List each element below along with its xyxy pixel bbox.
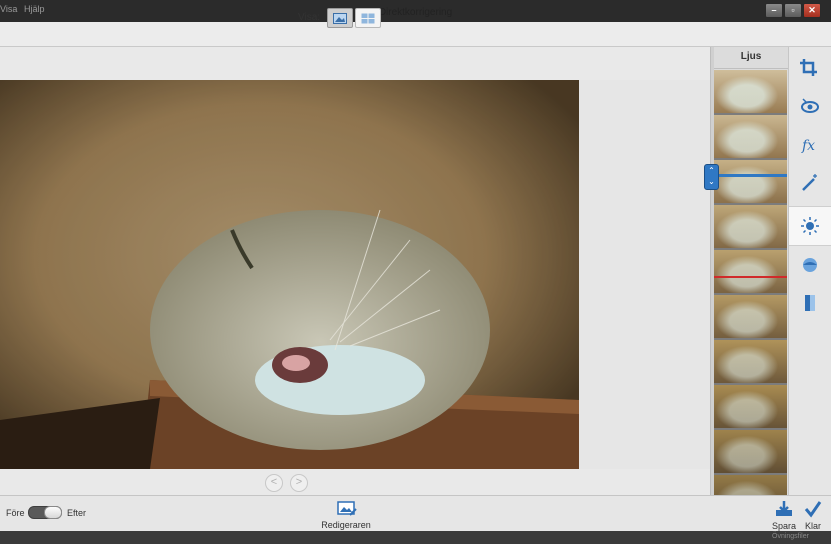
light-variant-thumbnail[interactable] xyxy=(714,475,787,495)
save-label[interactable]: Spara xyxy=(768,521,800,531)
light-variant-thumbnail[interactable] xyxy=(714,430,787,475)
light-variant-thumbnail[interactable] xyxy=(714,160,787,205)
status-text: Övningsfiler xyxy=(772,533,809,540)
fx-icon: fx xyxy=(801,138,815,154)
toggle-knob[interactable] xyxy=(44,506,62,519)
light-variant-thumbnail[interactable] xyxy=(714,295,787,340)
balance-icon xyxy=(805,295,815,311)
sun-icon xyxy=(801,217,819,235)
done-label[interactable]: Klar xyxy=(797,521,829,531)
checkmark-icon xyxy=(804,501,822,518)
single-view-button[interactable] xyxy=(327,8,353,28)
thumbnail-list[interactable] xyxy=(714,70,787,495)
color-icon xyxy=(803,258,817,272)
before-label: Före xyxy=(6,508,25,518)
eye-icon xyxy=(801,98,819,113)
balance-tool[interactable] xyxy=(789,284,831,322)
bottom-bar xyxy=(0,495,831,532)
editor-icon xyxy=(337,501,357,516)
thumbnail-scroll-control[interactable]: ⌃ ⌄ xyxy=(704,164,719,190)
color-tool[interactable] xyxy=(789,246,831,284)
lion-photo xyxy=(0,80,579,469)
photo-preview[interactable] xyxy=(0,80,579,469)
light-variant-thumbnail[interactable] xyxy=(714,115,787,160)
crop-tool[interactable] xyxy=(789,50,831,88)
nav-row xyxy=(0,469,710,495)
grid-view-icon xyxy=(361,13,375,23)
light-variant-thumbnail[interactable] xyxy=(714,250,787,295)
light-tool[interactable] xyxy=(789,206,831,246)
page-title: Direktkorrigering xyxy=(378,7,453,18)
save-icon xyxy=(776,501,792,516)
light-variant-thumbnail[interactable] xyxy=(714,70,787,115)
next-image-button[interactable]: > xyxy=(290,474,308,492)
divider xyxy=(714,68,788,69)
mode-header xyxy=(0,22,831,47)
view-strip xyxy=(0,47,710,80)
light-variant-thumbnail[interactable] xyxy=(714,205,787,250)
selected-thumbnail-marker xyxy=(714,174,787,177)
quick-fix-tool[interactable] xyxy=(789,164,831,202)
editor-label[interactable]: Redigeraren xyxy=(314,520,378,530)
light-variant-thumbnail[interactable] xyxy=(714,385,787,430)
light-variant-thumbnail[interactable] xyxy=(714,340,787,385)
single-image-icon xyxy=(333,12,347,24)
editor-button[interactable] xyxy=(337,500,357,521)
done-button[interactable] xyxy=(804,500,822,521)
view-label: Visa: xyxy=(298,12,321,23)
magic-wand-icon xyxy=(802,174,817,191)
panel-title: Ljus xyxy=(740,51,762,62)
after-label: Efter xyxy=(67,508,87,518)
prev-image-button[interactable]: < xyxy=(265,474,283,492)
svg-text:fx: fx xyxy=(801,138,815,154)
crop-icon xyxy=(800,59,817,76)
effects-tool[interactable]: fx xyxy=(789,126,831,164)
status-bar xyxy=(0,531,831,544)
current-thumbnail-marker xyxy=(714,276,787,278)
red-eye-tool[interactable] xyxy=(789,88,831,126)
split-view-button[interactable] xyxy=(355,8,381,28)
save-button[interactable] xyxy=(775,500,793,521)
